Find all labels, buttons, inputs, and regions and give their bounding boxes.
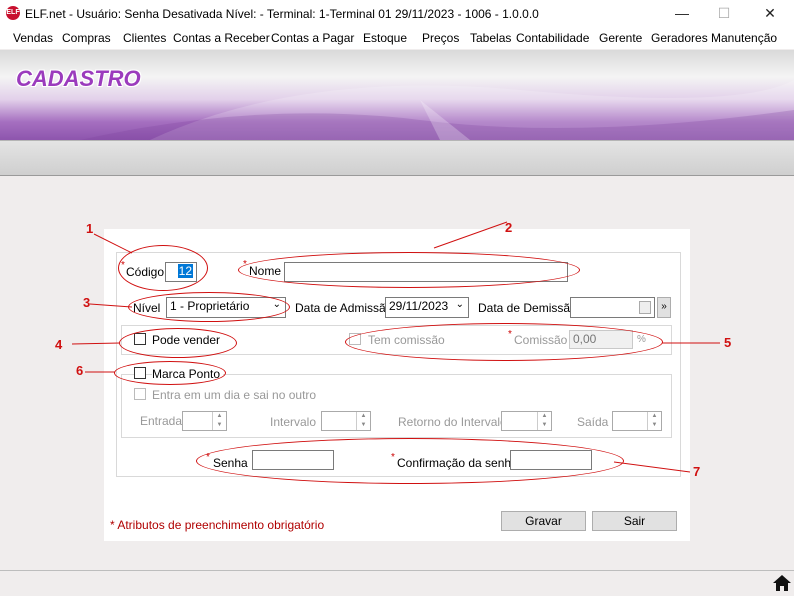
annotation-ellipse-5 xyxy=(345,323,663,361)
banner-decoration xyxy=(80,80,794,140)
menu-gerente[interactable]: Gerente xyxy=(599,31,642,45)
demissao-date-input[interactable] xyxy=(570,297,655,318)
annotation-ellipse-2 xyxy=(238,252,580,288)
toolbar-strip xyxy=(0,140,794,176)
annotation-number-3: 3 xyxy=(83,295,91,310)
menu-contas-receber[interactable]: Contas a Receber xyxy=(173,31,270,45)
annotation-number-7: 7 xyxy=(693,464,701,479)
maximize-button[interactable]: ☐ xyxy=(714,4,734,22)
menu-clientes[interactable]: Clientes xyxy=(123,31,166,45)
gravar-button[interactable]: Gravar xyxy=(501,511,586,531)
menu-geradores[interactable]: Geradores xyxy=(651,31,708,45)
intervalo-label: Intervalo xyxy=(270,415,317,429)
demissao-expand-button[interactable]: » xyxy=(657,297,671,318)
saida-label: Saída xyxy=(577,415,609,429)
spinner-arrows-icon: ▲ ▼ xyxy=(537,412,551,430)
menu-vendas[interactable]: Vendas xyxy=(13,31,53,45)
menu-compras[interactable]: Compras xyxy=(62,31,111,45)
admissao-date-input[interactable]: 29/11/2023 ⌄ xyxy=(385,297,469,318)
app-logo-icon: ELF xyxy=(6,6,20,20)
close-button[interactable]: ✕ xyxy=(760,4,780,22)
calendar-icon xyxy=(639,301,651,314)
spinner-arrows-icon: ▲ ▼ xyxy=(647,412,661,430)
minimize-button[interactable]: — xyxy=(672,4,692,22)
banner-title: CADASTRO xyxy=(16,66,141,91)
retorno-spinner[interactable]: ▲ ▼ xyxy=(501,411,552,431)
home-icon[interactable] xyxy=(772,574,792,592)
menu-tabelas[interactable]: Tabelas xyxy=(470,31,511,45)
menu-precos[interactable]: Preços xyxy=(422,31,459,45)
menu-bar: Vendas Compras Clientes Contas a Receber… xyxy=(0,28,794,49)
admissao-value: 29/11/2023 xyxy=(389,299,449,313)
annotation-ellipse-1 xyxy=(118,245,208,291)
chevron-down-icon: ⌄ xyxy=(455,299,464,310)
annotation-ellipse-3 xyxy=(128,292,290,322)
window-title: ELF.net - Usuário: Senha Desativada Níve… xyxy=(25,7,539,21)
retorno-label: Retorno do Intervalo xyxy=(398,415,507,429)
entra-label: Entra em um dia e sai no outro xyxy=(152,388,317,402)
demissao-label: Data de Demissão xyxy=(478,301,577,315)
annotation-ellipse-6 xyxy=(114,361,226,385)
entrada-spinner[interactable]: ▲ ▼ xyxy=(182,411,227,431)
menu-manutencao[interactable]: Manutenção xyxy=(711,31,777,45)
required-note: * Atributos de preenchimento obrigatório xyxy=(110,518,325,532)
banner: CADASTRO xyxy=(0,50,794,140)
menu-contas-pagar[interactable]: Contas a Pagar xyxy=(271,31,354,45)
saida-spinner[interactable]: ▲ ▼ xyxy=(612,411,662,431)
spinner-arrows-icon: ▲ ▼ xyxy=(356,412,370,430)
annotation-ellipse-7 xyxy=(196,438,624,484)
intervalo-spinner[interactable]: ▲ ▼ xyxy=(321,411,371,431)
annotation-number-4: 4 xyxy=(55,337,63,352)
spinner-arrows-icon: ▲ ▼ xyxy=(212,412,226,430)
admissao-label: Data de Admissão xyxy=(295,301,393,315)
annotation-number-6: 6 xyxy=(76,363,84,378)
sair-button[interactable]: Sair xyxy=(592,511,677,531)
menu-estoque[interactable]: Estoque xyxy=(363,31,407,45)
title-bar: ELF ELF.net - Usuário: Senha Desativada … xyxy=(0,0,794,28)
annotation-number-5: 5 xyxy=(724,335,732,350)
entrada-label: Entrada xyxy=(140,414,183,428)
menu-contabilidade[interactable]: Contabilidade xyxy=(516,31,589,45)
annotation-number-1: 1 xyxy=(86,221,94,236)
status-bar xyxy=(0,570,794,596)
entra-checkbox[interactable] xyxy=(134,388,146,400)
annotation-number-2: 2 xyxy=(505,220,513,235)
annotation-ellipse-4 xyxy=(119,328,237,358)
